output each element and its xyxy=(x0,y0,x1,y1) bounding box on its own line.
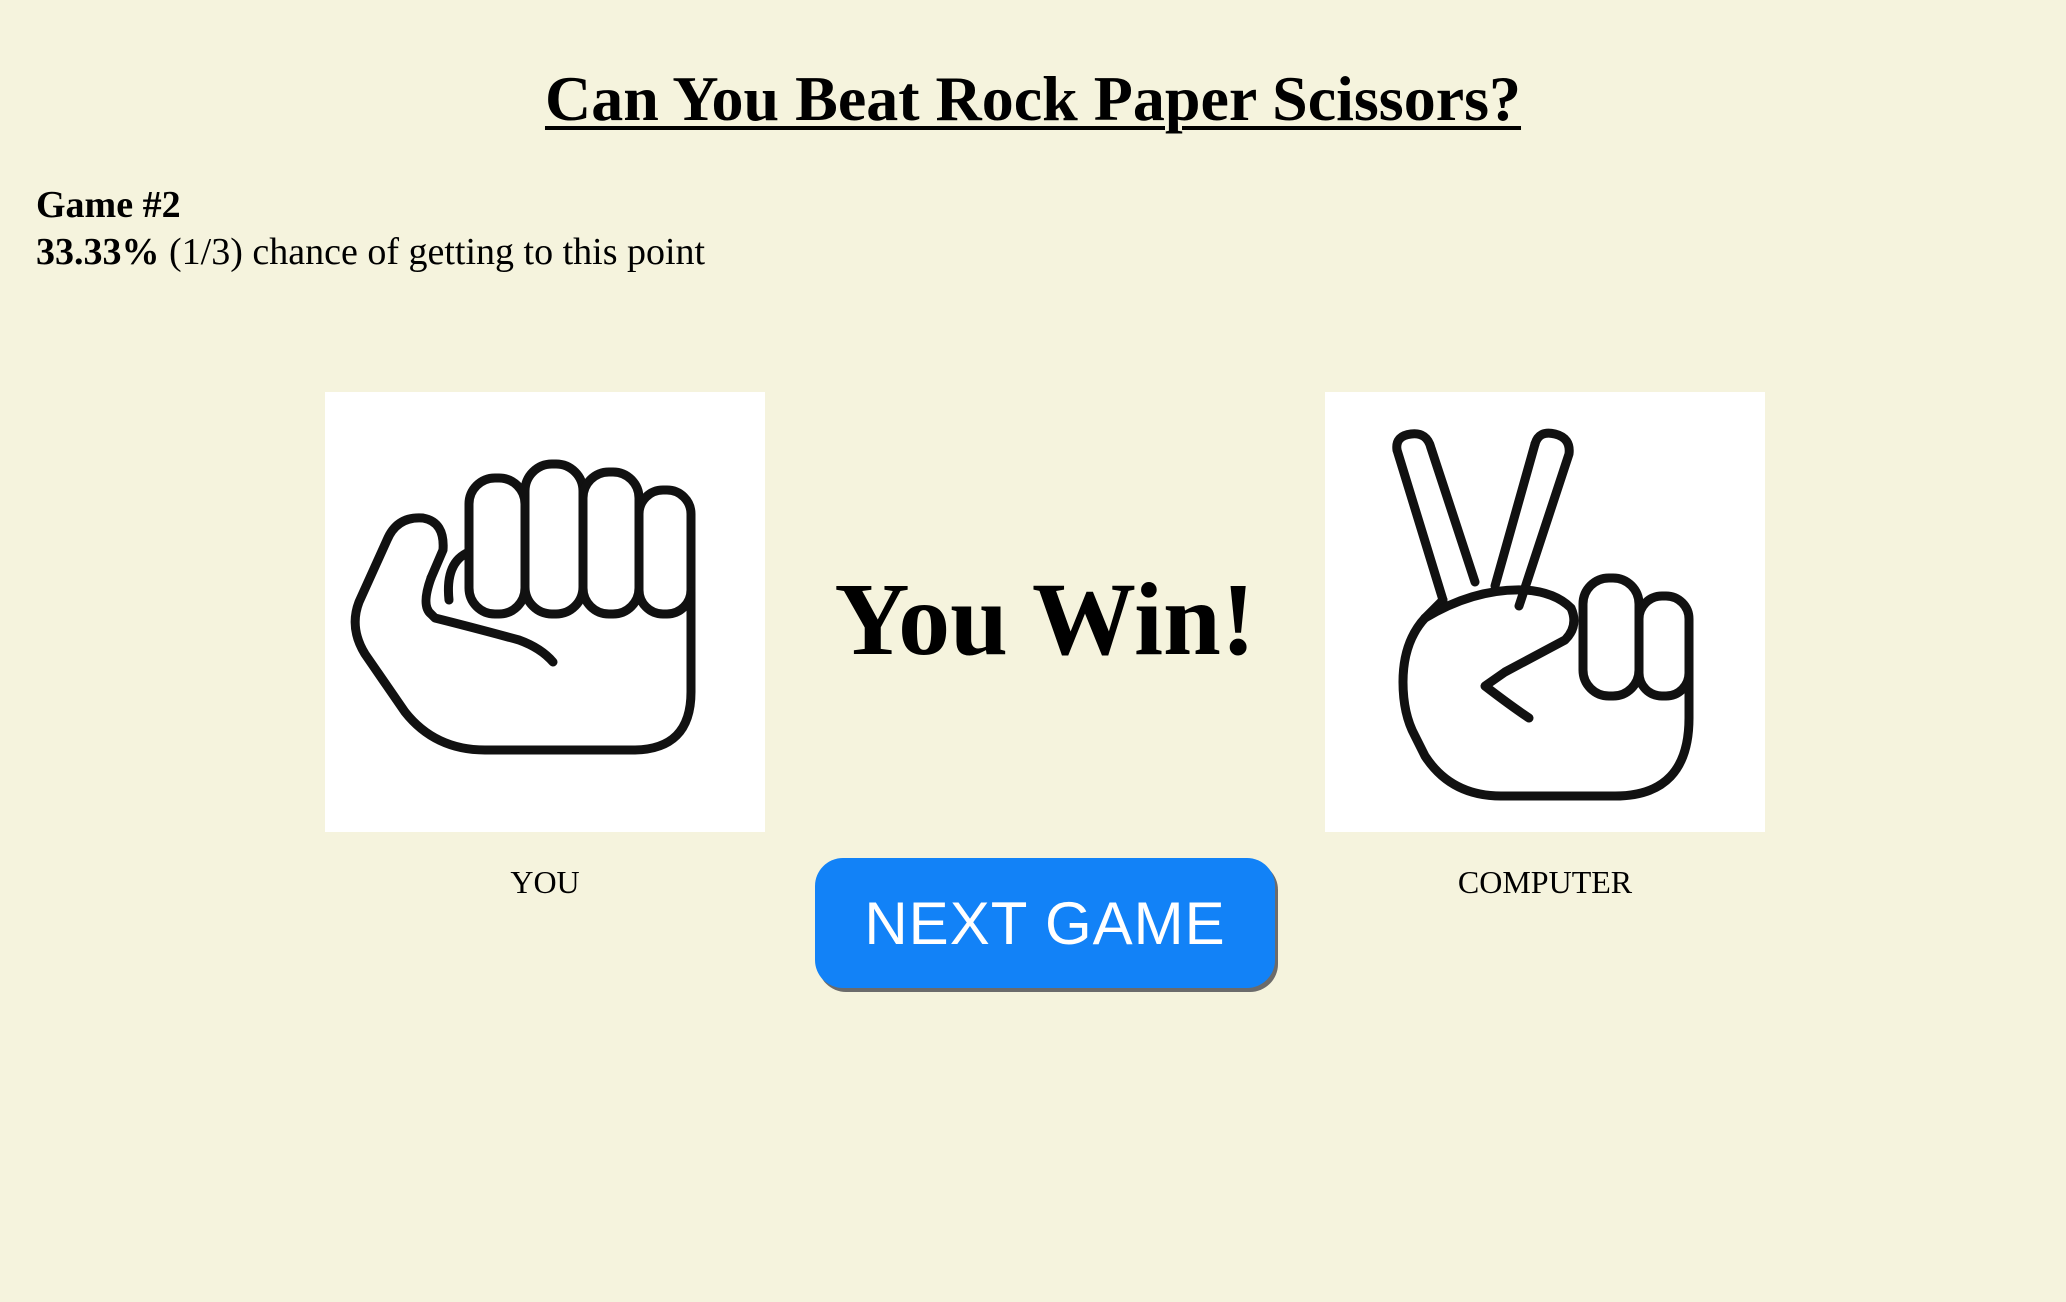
chance-fraction: (1/3) xyxy=(169,231,243,273)
rock-fist-icon xyxy=(350,459,696,755)
chance-line: 33.33% (1/3) chance of getting to this p… xyxy=(36,229,705,276)
you-choice-card xyxy=(325,392,765,832)
chance-percent: 33.33% xyxy=(36,231,160,273)
page-title: Can You Beat Rock Paper Scissors? xyxy=(544,63,1522,134)
next-game-button[interactable]: NEXT GAME xyxy=(815,858,1275,988)
result-text: You Win! xyxy=(834,562,1256,677)
computer-choice-card xyxy=(1325,392,1765,832)
computer-label: COMPUTER xyxy=(1457,864,1633,900)
chance-description: chance of getting to this point xyxy=(252,231,706,273)
game-info: Game #2 33.33% (1/3) chance of getting t… xyxy=(36,182,705,276)
you-label: YOU xyxy=(510,864,580,900)
game-number: Game #2 xyxy=(36,184,181,226)
scissors-peace-icon xyxy=(1392,428,1694,801)
